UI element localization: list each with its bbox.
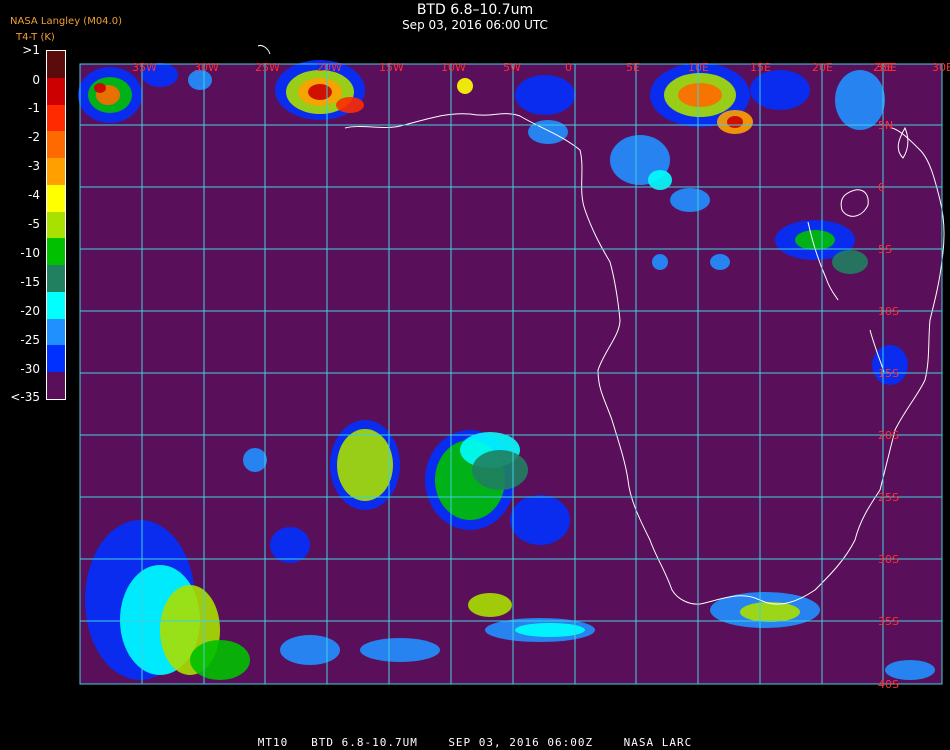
cloud-patch	[710, 254, 730, 270]
cloud-patch	[885, 660, 935, 680]
longitude-label: 10E	[688, 61, 709, 74]
cloud-patch	[740, 602, 800, 622]
cloud-patch	[336, 97, 364, 113]
longitude-label: 25W	[255, 61, 280, 74]
cloud-patch	[832, 250, 868, 274]
footer-caption: MT10 BTD 6.8-10.7UM SEP 03, 2016 06:00Z …	[257, 736, 693, 749]
longitude-label: 10W	[441, 61, 466, 74]
longitude-label: 0	[565, 61, 572, 74]
longitude-label: 5E	[626, 61, 640, 74]
longitude-label: 30W	[194, 61, 219, 74]
cloud-patch	[190, 640, 250, 680]
latitude-label: 30S	[878, 553, 899, 566]
longitude-label: 30E	[932, 61, 950, 74]
longitude-label: 20E	[812, 61, 833, 74]
cloud-patch	[337, 429, 393, 501]
cloud-patch	[360, 638, 440, 662]
cloud-patch	[308, 84, 332, 100]
longitude-label: 20W	[317, 61, 342, 74]
longitude-label: 5W	[503, 61, 521, 74]
cloud-patch	[457, 78, 473, 94]
latitude-label: 5S	[878, 243, 892, 256]
cloud-patch	[472, 450, 528, 490]
cloud-patch	[670, 188, 710, 212]
latitude-label: 40S	[878, 678, 899, 691]
longitude-label: 15E	[750, 61, 771, 74]
cloud-patch	[280, 635, 340, 665]
cloud-patch	[678, 83, 722, 107]
latitude-label: 5N	[878, 119, 893, 132]
longitude-label: 35W	[132, 61, 157, 74]
cloud-patch	[94, 83, 106, 93]
satellite-map: 35W 30W 25W 20W 15W 10W 5W 0 5E 10E 15E 20E 25E 30E35…	[78, 45, 950, 691]
longitude-label: 15W	[379, 61, 404, 74]
longitude-label: 35E	[876, 61, 897, 74]
cloud-patch	[270, 527, 310, 563]
cloud-patch	[515, 75, 575, 115]
cloud-patch	[243, 448, 267, 472]
latitude-label: 25S	[878, 491, 899, 504]
cloud-patch	[510, 495, 570, 545]
island-coast	[257, 45, 271, 55]
latitude-label: 20S	[878, 429, 899, 442]
cloud-patch	[727, 116, 743, 128]
latitude-label: 15S	[878, 367, 899, 380]
latitude-label: 0	[878, 181, 885, 194]
latitude-label: 10S	[878, 305, 899, 318]
cloud-patch	[652, 254, 668, 270]
latitude-label: 35S	[878, 615, 899, 628]
cloud-patch	[750, 70, 810, 110]
cloud-patch	[468, 593, 512, 617]
